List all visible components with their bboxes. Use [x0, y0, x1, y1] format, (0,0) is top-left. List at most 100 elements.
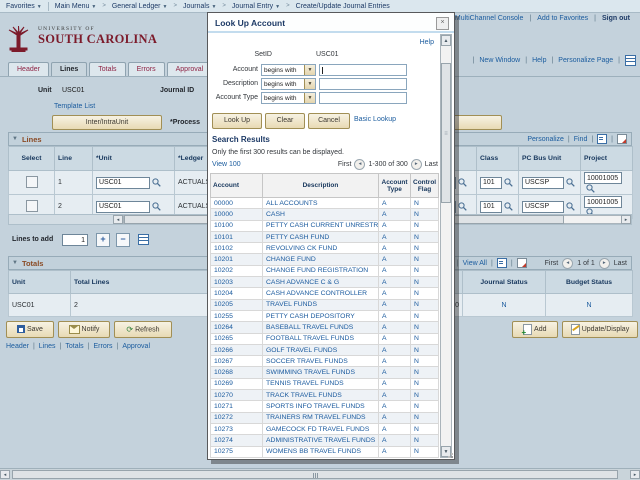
inter-intraunit-button[interactable]: Inter/IntraUnit — [52, 115, 162, 130]
account-type-cell[interactable]: A — [379, 299, 411, 310]
save-button[interactable]: Save — [6, 321, 54, 338]
description-link[interactable]: TRAVEL FUNDS — [263, 299, 379, 310]
description-operator-select[interactable]: begins with▼ — [261, 78, 316, 90]
account-type-cell[interactable]: A — [379, 243, 411, 254]
control-flag-cell[interactable]: N — [411, 254, 439, 265]
account-link[interactable]: 10201 — [211, 254, 263, 265]
account-type-cell[interactable]: A — [379, 401, 411, 412]
project-input[interactable] — [584, 172, 622, 184]
view-all-link[interactable]: View All — [463, 260, 487, 267]
description-link[interactable]: CASH ADVANCE CONTROLLER — [263, 288, 379, 299]
account-link[interactable]: 10255 — [211, 310, 263, 321]
template-list-link[interactable]: Template List — [54, 103, 95, 110]
description-link[interactable]: FOOTBALL TRAVEL FUNDS — [263, 333, 379, 344]
account-type-cell[interactable]: A — [379, 378, 411, 389]
tab-errors[interactable]: Errors — [128, 62, 165, 77]
close-icon[interactable]: × — [436, 17, 449, 30]
account-type-cell[interactable]: A — [379, 198, 411, 209]
footer-link-lines[interactable]: Lines — [39, 343, 56, 350]
account-input[interactable] — [319, 64, 407, 76]
modal-help-link[interactable]: Help — [420, 39, 434, 46]
notify-button[interactable]: Notify — [58, 321, 110, 338]
footer-link-header[interactable]: Header — [6, 343, 29, 350]
add-button[interactable]: + Add — [512, 321, 558, 338]
lookup-icon[interactable] — [458, 178, 467, 187]
account-type-cell[interactable]: A — [379, 356, 411, 367]
tab-header[interactable]: Header — [8, 62, 49, 77]
control-flag-cell[interactable]: N — [411, 277, 439, 288]
description-link[interactable]: ALL ACCOUNTS — [263, 198, 379, 209]
account-type-operator-select[interactable]: begins with▼ — [261, 92, 316, 104]
help-link[interactable]: Help — [532, 57, 546, 64]
description-input[interactable] — [319, 78, 407, 90]
pc-bus-unit-input[interactable] — [522, 177, 564, 189]
account-type-cell[interactable]: A — [379, 254, 411, 265]
unit-input[interactable] — [96, 177, 150, 189]
account-link[interactable]: 10267 — [211, 356, 263, 367]
account-type-cell[interactable]: A — [379, 231, 411, 242]
description-link[interactable]: GOLF TRAVEL FUNDS — [263, 344, 379, 355]
project-input[interactable] — [584, 196, 622, 208]
scroll-right-icon[interactable]: ▸ — [630, 470, 640, 479]
account-link[interactable]: 10265 — [211, 333, 263, 344]
control-flag-cell[interactable]: N — [411, 288, 439, 299]
account-link[interactable]: 10270 — [211, 390, 263, 401]
view-all-icon[interactable] — [597, 134, 607, 144]
new-window-link[interactable]: New Window — [479, 57, 520, 64]
account-link[interactable]: 10102 — [211, 243, 263, 254]
http-icon[interactable] — [625, 55, 636, 66]
account-link[interactable]: 10202 — [211, 265, 263, 276]
pc-bus-unit-input[interactable] — [522, 201, 564, 213]
select-checkbox[interactable] — [26, 200, 38, 212]
account-type-cell[interactable]: A — [379, 412, 411, 423]
footer-link-errors[interactable]: Errors — [93, 343, 112, 350]
account-type-input[interactable] — [319, 92, 407, 104]
lookup-icon[interactable] — [458, 202, 467, 211]
scroll-left-icon[interactable]: ◂ — [113, 215, 123, 224]
lookup-icon[interactable] — [566, 178, 575, 187]
account-type-cell[interactable]: A — [379, 435, 411, 446]
control-flag-cell[interactable]: N — [411, 435, 439, 446]
look-up-button[interactable]: Look Up — [212, 113, 262, 129]
control-flag-cell[interactable]: N — [411, 333, 439, 344]
description-link[interactable]: TRAINERS RM TRAVEL FUNDS — [263, 412, 379, 423]
description-link[interactable]: CHANGE FUND REGISTRATION — [263, 265, 379, 276]
previous-page-icon[interactable]: ◂ — [354, 159, 365, 170]
scroll-right-icon[interactable]: ▸ — [621, 215, 631, 224]
account-type-cell[interactable]: A — [379, 390, 411, 401]
breadcrumb-general-ledger[interactable]: General Ledger▼ — [112, 3, 168, 10]
tab-approval[interactable]: Approval — [167, 62, 213, 77]
account-operator-select[interactable]: begins with▼ — [261, 64, 316, 76]
control-flag-cell[interactable]: N — [411, 367, 439, 378]
control-flag-cell[interactable]: N — [411, 231, 439, 242]
personalize-page-link[interactable]: Personalize Page — [558, 57, 613, 64]
download-icon[interactable] — [517, 258, 527, 268]
account-link[interactable]: 10268 — [211, 367, 263, 378]
refresh-button[interactable]: ⟳ Refresh — [114, 321, 172, 338]
control-flag-cell[interactable]: N — [411, 390, 439, 401]
account-type-cell[interactable]: A — [379, 344, 411, 355]
control-flag-cell[interactable]: N — [411, 446, 439, 457]
control-flag-cell[interactable]: N — [411, 401, 439, 412]
breadcrumb-main-menu[interactable]: Main Menu▼ — [55, 3, 97, 10]
control-flag-cell[interactable]: N — [411, 209, 439, 220]
tab-lines[interactable]: Lines — [51, 62, 87, 77]
view-100-link[interactable]: View 100 — [212, 161, 241, 168]
control-flag-cell[interactable]: N — [411, 299, 439, 310]
resize-grip-icon[interactable] — [445, 450, 453, 458]
select-checkbox[interactable] — [26, 176, 38, 188]
clear-button[interactable]: Clear — [265, 113, 305, 129]
description-link[interactable]: PETTY CASH CURRENT UNRESTRICTE — [263, 220, 379, 231]
description-link[interactable]: SOCCER TRAVEL FUNDS — [263, 356, 379, 367]
lookup-icon[interactable] — [504, 202, 513, 211]
description-link[interactable]: BASEBALL TRAVEL FUNDS — [263, 322, 379, 333]
breadcrumb-favorites[interactable]: Favorites▼ — [6, 3, 42, 10]
lookup-icon[interactable] — [152, 178, 161, 187]
description-link[interactable]: REVOLVING CK FUND — [263, 243, 379, 254]
description-link[interactable]: PETTY CASH DEPOSITORY — [263, 310, 379, 321]
account-type-cell[interactable]: A — [379, 446, 411, 457]
sign-out-link[interactable]: Sign out — [602, 15, 630, 22]
account-link[interactable]: 10266 — [211, 344, 263, 355]
control-flag-cell[interactable]: N — [411, 198, 439, 209]
scrollbar-thumb[interactable]: ≡ — [441, 63, 451, 203]
